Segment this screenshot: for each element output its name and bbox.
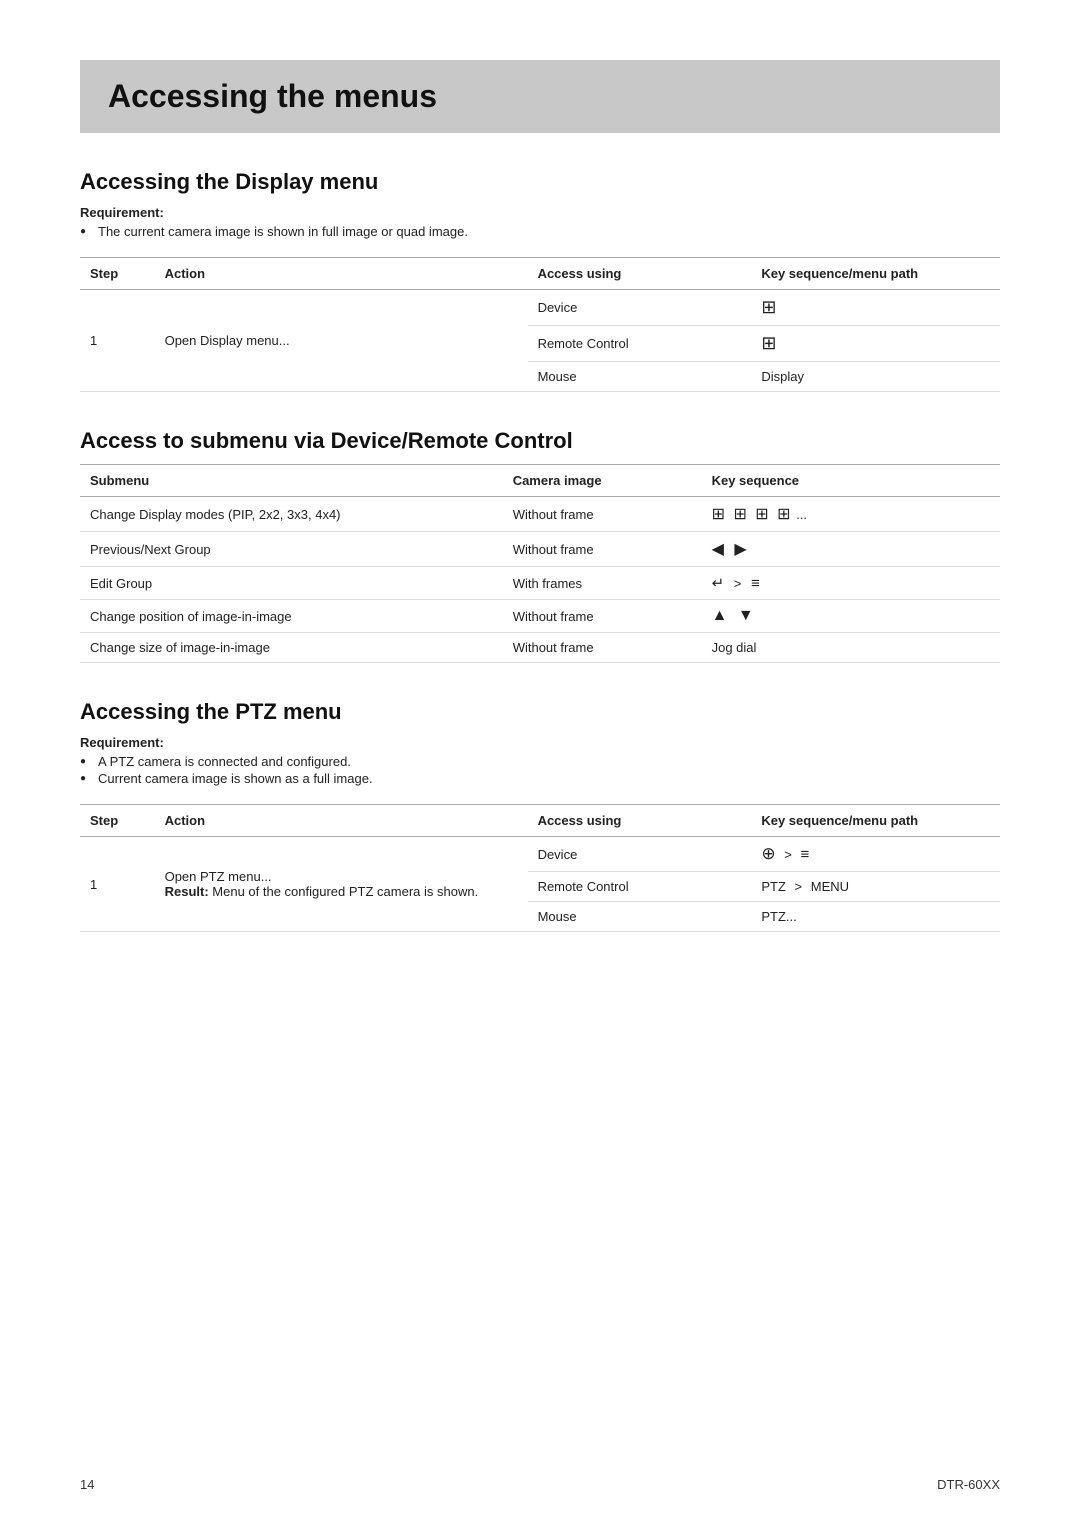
ptz-table: Step Action Access using Key sequence/me… [80, 804, 1000, 932]
arrow-icons: ◀ ▶ [712, 541, 750, 558]
ellipsis: ... [796, 507, 807, 522]
ptz-menu-section: Accessing the PTZ menu Requirement: A PT… [80, 699, 1000, 932]
table-header-row: Step Action Access using Key sequence/me… [80, 258, 1000, 290]
cell-access: Device [528, 837, 752, 872]
cell-submenu: Change Display modes (PIP, 2x2, 3x3, 4x4… [80, 497, 503, 532]
table-row: Change position of image-in-image Withou… [80, 600, 1000, 633]
cell-access: Mouse [528, 362, 752, 392]
th-action: Action [155, 258, 528, 290]
cell-key: PTZ > MENU [751, 872, 1000, 902]
cell-key: ⊞ [751, 290, 1000, 326]
footer-page-number: 14 [80, 1477, 94, 1492]
submenu-table: Submenu Camera image Key sequence Change… [80, 464, 1000, 663]
cell-submenu: Change position of image-in-image [80, 600, 503, 633]
display-menu-table: Step Action Access using Key sequence/me… [80, 257, 1000, 392]
page: Accessing the menus Accessing the Displa… [0, 0, 1080, 1532]
ptz-requirements: A PTZ camera is connected and configured… [80, 754, 1000, 786]
submenu-title: Access to submenu via Device/Remote Cont… [80, 428, 1000, 454]
greater-than: > [784, 847, 792, 862]
ptz-action-main: Open PTZ menu... [165, 869, 518, 884]
cell-step: 1 [80, 290, 155, 392]
display-menu-section: Accessing the Display menu Requirement: … [80, 169, 1000, 392]
table-row: Edit Group With frames ↵ > ≡ [80, 567, 1000, 600]
th-action: Action [155, 805, 528, 837]
ptz-remote-key: PTZ [761, 879, 786, 894]
ptz-requirement-item-2: Current camera image is shown as a full … [80, 771, 1000, 786]
table-row: Previous/Next Group Without frame ◀ ▶ [80, 532, 1000, 567]
display-requirement-label: Requirement: [80, 205, 1000, 220]
cell-camimage: Without frame [503, 600, 702, 633]
cell-step: 1 [80, 837, 155, 932]
table-row: Change size of image-in-image Without fr… [80, 633, 1000, 663]
page-title-bar: Accessing the menus [80, 60, 1000, 133]
th-camimage: Camera image [503, 465, 702, 497]
cell-key: Display [751, 362, 1000, 392]
cell-access: Device [528, 290, 752, 326]
cell-submenu: Previous/Next Group [80, 532, 503, 567]
cell-keyseq: ▲ ▼ [702, 600, 1000, 633]
cell-keyseq: ◀ ▶ [702, 532, 1000, 567]
menu-icon: ≡ [800, 846, 809, 863]
th-step: Step [80, 258, 155, 290]
th-access: Access using [528, 805, 752, 837]
th-key: Key sequence/menu path [751, 258, 1000, 290]
cell-action: Open Display menu... [155, 290, 528, 392]
page-footer: 14 DTR-60XX [80, 1477, 1000, 1492]
quad-grid-icons: ⊞ ⊞ ⊞ ⊞ [712, 506, 793, 523]
cell-action: Open PTZ menu... Result: Menu of the con… [155, 837, 528, 932]
display-requirements: The current camera image is shown in ful… [80, 224, 1000, 239]
ptz-result-text: Menu of the configured PTZ camera is sho… [212, 884, 478, 899]
greater-than: > [795, 879, 803, 894]
greater-than: > [734, 576, 742, 591]
updown-arrow-icons: ▲ ▼ [712, 607, 757, 624]
grid-icon-remote: ⊞ [761, 333, 776, 353]
th-access: Access using [528, 258, 752, 290]
cell-camimage: Without frame [503, 532, 702, 567]
cell-camimage: Without frame [503, 633, 702, 663]
cell-submenu: Edit Group [80, 567, 503, 600]
cell-access: Remote Control [528, 872, 752, 902]
cell-access: Remote Control [528, 326, 752, 362]
cell-camimage: Without frame [503, 497, 702, 532]
ptz-requirement-label: Requirement: [80, 735, 1000, 750]
display-menu-title: Accessing the Display menu [80, 169, 1000, 195]
cell-keyseq: ↵ > ≡ [702, 567, 1000, 600]
circleplus-icon: ⊕ [761, 844, 775, 863]
cell-key: PTZ... [751, 902, 1000, 932]
grid-icon: ⊞ [761, 297, 777, 317]
enter-arrow-icon: ↵ [712, 575, 725, 592]
ptz-requirement-item-1: A PTZ camera is connected and configured… [80, 754, 1000, 769]
footer-model: DTR-60XX [937, 1477, 1000, 1492]
display-requirement-item: The current camera image is shown in ful… [80, 224, 1000, 239]
menu-label: MENU [811, 879, 849, 894]
menu-icon: ≡ [751, 575, 760, 592]
table-header-row: Submenu Camera image Key sequence [80, 465, 1000, 497]
cell-keyseq: Jog dial [702, 633, 1000, 663]
cell-key: ⊞ [751, 326, 1000, 362]
th-submenu: Submenu [80, 465, 503, 497]
th-step: Step [80, 805, 155, 837]
submenu-section: Access to submenu via Device/Remote Cont… [80, 428, 1000, 663]
cell-submenu: Change size of image-in-image [80, 633, 503, 663]
table-row: Change Display modes (PIP, 2x2, 3x3, 4x4… [80, 497, 1000, 532]
page-title: Accessing the menus [108, 78, 972, 115]
ptz-result-label: Result: [165, 884, 209, 899]
table-row: 1 Open PTZ menu... Result: Menu of the c… [80, 837, 1000, 872]
cell-keyseq: ⊞ ⊞ ⊞ ⊞ ... [702, 497, 1000, 532]
th-key: Key sequence/menu path [751, 805, 1000, 837]
table-header-row: Step Action Access using Key sequence/me… [80, 805, 1000, 837]
ptz-menu-title: Accessing the PTZ menu [80, 699, 1000, 725]
cell-camimage: With frames [503, 567, 702, 600]
ptz-action-result: Result: Menu of the configured PTZ camer… [165, 884, 518, 899]
table-row: 1 Open Display menu... Device ⊞ [80, 290, 1000, 326]
cell-key: ⊕ > ≡ [751, 837, 1000, 872]
th-keyseq: Key sequence [702, 465, 1000, 497]
cell-access: Mouse [528, 902, 752, 932]
